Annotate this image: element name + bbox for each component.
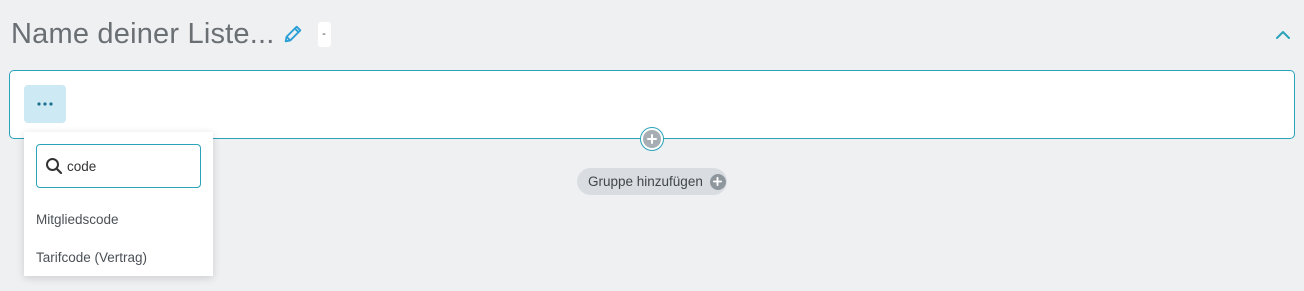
field-dropdown: Mitgliedscode Tarifcode (Vertrag)	[24, 132, 213, 276]
ellipsis-icon	[37, 102, 53, 106]
status-badge: -	[317, 21, 331, 47]
chevron-up-icon[interactable]	[1274, 26, 1292, 44]
search-icon	[45, 157, 63, 175]
title-row: Name deiner Liste... -	[11, 14, 331, 54]
add-group-label: Gruppe hinzufügen	[588, 174, 703, 189]
search-field[interactable]	[36, 144, 201, 188]
list-editor: Name deiner Liste... - Gruppe hinzufügen…	[0, 0, 1304, 291]
plus-circle-icon	[643, 130, 661, 148]
search-input[interactable]	[67, 158, 187, 174]
add-group-button[interactable]: Gruppe hinzufügen	[577, 168, 727, 195]
list-title[interactable]: Name deiner Liste...	[11, 16, 275, 52]
more-options-button[interactable]	[24, 85, 66, 123]
dropdown-option[interactable]: Mitgliedscode	[36, 212, 119, 227]
pencil-icon[interactable]	[282, 23, 304, 45]
plus-circle-icon	[709, 173, 726, 190]
add-condition-button[interactable]	[640, 127, 664, 151]
dropdown-option[interactable]: Tarifcode (Vertrag)	[36, 250, 147, 265]
